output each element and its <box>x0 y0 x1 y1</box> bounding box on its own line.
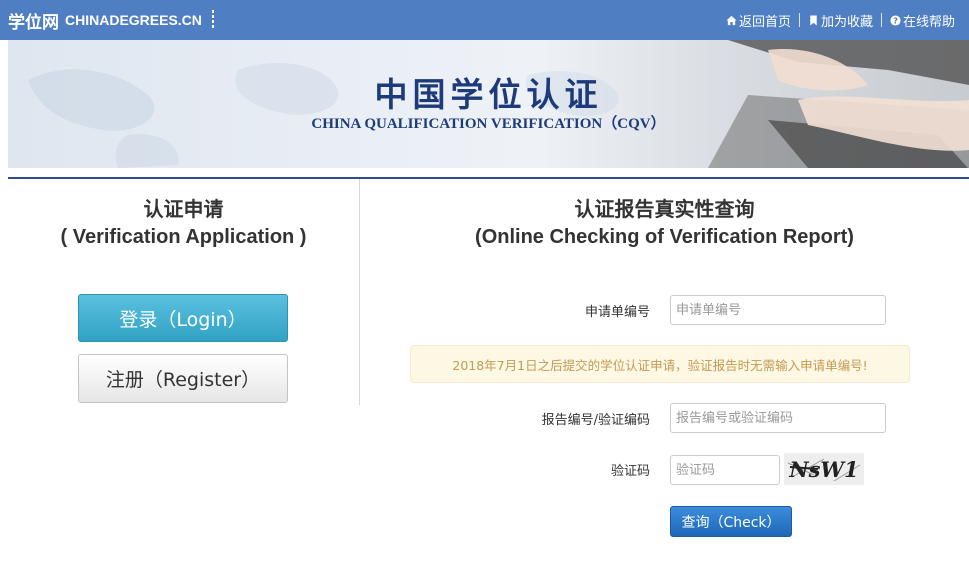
captcha-image[interactable]: NsW1 <box>784 453 864 485</box>
captcha-label: 验证码 <box>610 464 650 479</box>
bookmark-link-label: 加为收藏 <box>820 14 873 30</box>
report-number-input[interactable] <box>670 403 886 433</box>
help-link-label: 在线帮助 <box>902 14 955 30</box>
report-check-title-cn: 认证报告真实性查询 <box>574 197 755 221</box>
application-number-label: 申请单编号 <box>584 305 650 320</box>
check-button[interactable]: 查询（Check） <box>670 506 792 537</box>
bookmark-link[interactable]: 加为收藏 <box>808 11 873 30</box>
banner-subtitle: CHINA QUALIFICATION VERIFICATION（CQV） <box>311 116 666 132</box>
main-content: 认证申请 ( Verification Application ) 登录（Log… <box>8 177 969 579</box>
top-bar: 学位网 CHINADEGREES.CN 返回首页 加为收藏 ? 在线帮助 <box>0 0 969 40</box>
home-link[interactable]: 返回首页 <box>726 11 791 30</box>
help-link[interactable]: ? 在线帮助 <box>890 11 955 30</box>
application-number-input[interactable] <box>670 295 886 325</box>
brand-name-en: CHINADEGREES.CN <box>65 12 202 28</box>
application-title-cn: 认证申请 <box>143 197 224 221</box>
site-brand[interactable]: 学位网 CHINADEGREES.CN <box>8 0 214 40</box>
application-title-en: ( Verification Application ) <box>60 226 307 248</box>
notice-alert: 2018年7月1日之后提交的学位认证申请，验证报告时无需输入申请单编号! <box>410 345 910 383</box>
banner-title: 中国学位认证 <box>374 75 603 114</box>
report-check-title-en: (Online Checking of Verification Report) <box>475 226 854 248</box>
captcha-text: NsW1 <box>788 457 858 482</box>
captcha-input[interactable] <box>670 455 780 485</box>
hero-banner: 中国学位认证 CHINA QUALIFICATION VERIFICATION（… <box>8 40 969 168</box>
register-button[interactable]: 注册（Register） <box>78 354 288 403</box>
svg-text:?: ? <box>893 15 898 25</box>
login-button[interactable]: 登录（Login） <box>78 294 288 342</box>
link-divider <box>880 13 882 27</box>
help-icon: ? <box>890 15 901 26</box>
bookmark-icon <box>810 14 817 26</box>
home-icon <box>726 15 737 25</box>
top-links: 返回首页 加为收藏 ? 在线帮助 <box>726 0 955 40</box>
brand-divider <box>211 10 214 30</box>
brand-name-cn: 学位网 <box>8 12 59 33</box>
home-link-label: 返回首页 <box>738 14 791 30</box>
report-check-panel: 认证报告真实性查询 (Online Checking of Verificati… <box>360 179 969 579</box>
report-number-label: 报告编号/验证编码 <box>541 413 650 428</box>
link-divider <box>798 13 800 27</box>
